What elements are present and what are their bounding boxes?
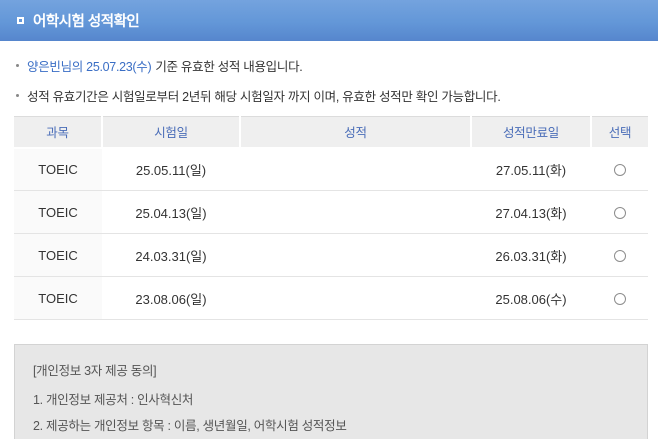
score-cell: [240, 190, 471, 234]
score-cell: [240, 147, 471, 191]
consent-item: 2. 제공하는 개인정보 항목 : 이름, 생년월일, 어학시험 성적정보: [33, 419, 347, 433]
expiry-date-cell: 27.04.13(화): [471, 190, 591, 234]
notice-list: 양은빈님의 25.07.23(수) 기준 유효한 성적 내용입니다. 성적 유효…: [0, 41, 658, 105]
select-radio[interactable]: [613, 207, 626, 220]
table-row: TOEIC 25.04.13(일) 27.04.13(화): [14, 190, 648, 234]
column-header-subject: 과목: [14, 116, 102, 149]
subject-cell: TOEIC: [14, 190, 102, 234]
score-cell: [240, 276, 471, 320]
consent-box-title: [개인정보 3자 제공 동의]: [33, 364, 157, 378]
dot-bullet-icon: [16, 94, 19, 97]
select-radio[interactable]: [613, 250, 626, 263]
select-cell: [591, 147, 648, 191]
select-cell: [591, 190, 648, 234]
expiry-date-cell: 27.05.11(화): [471, 147, 591, 191]
select-radio[interactable]: [613, 293, 626, 306]
table-header-row: 과목 시험일 성적 성적만료일 선택: [14, 116, 648, 149]
notice-user-date: 양은빈님의 25.07.23(수): [27, 60, 152, 74]
expiry-date-cell: 26.03.31(화): [471, 233, 591, 277]
select-cell: [591, 276, 648, 320]
dot-bullet-icon: [16, 64, 19, 67]
exam-date-cell: 25.05.11(일): [102, 147, 240, 191]
notice-validity: 양은빈님의 25.07.23(수) 기준 유효한 성적 내용입니다.: [16, 56, 658, 75]
column-header-exam-date: 시험일: [101, 116, 240, 149]
exam-date-cell: 25.04.13(일): [102, 190, 240, 234]
subject-cell: TOEIC: [14, 233, 102, 277]
notice-text: 성적 유효기간은 시험일로부터 2년뒤 해당 시험일자 까지 이며, 유효한 성…: [27, 90, 501, 104]
subject-cell: TOEIC: [14, 276, 102, 320]
exam-date-cell: 23.08.06(일): [102, 276, 240, 320]
notice-expiry-rule: 성적 유효기간은 시험일로부터 2년뒤 해당 시험일자 까지 이며, 유효한 성…: [16, 86, 658, 105]
consent-item: 1. 개인정보 제공처 : 인사혁신처: [33, 393, 194, 407]
column-header-select: 선택: [590, 116, 648, 149]
subject-cell: TOEIC: [14, 147, 102, 191]
table-row: TOEIC 23.08.06(일) 25.08.06(수): [14, 276, 648, 320]
square-bullet-icon: [17, 17, 24, 24]
table-row: TOEIC 25.05.11(일) 27.05.11(화): [14, 147, 648, 191]
notice-text: 기준 유효한 성적 내용입니다.: [155, 60, 303, 74]
page-title: 어학시험 성적확인: [33, 14, 140, 30]
column-header-score: 성적: [239, 116, 471, 149]
privacy-consent-box: [개인정보 3자 제공 동의] 1. 개인정보 제공처 : 인사혁신처 2. 제…: [14, 344, 648, 439]
table-row: TOEIC 24.03.31(일) 26.03.31(화): [14, 233, 648, 277]
expiry-date-cell: 25.08.06(수): [471, 276, 591, 320]
exam-date-cell: 24.03.31(일): [102, 233, 240, 277]
page-title-bar: 어학시험 성적확인: [0, 0, 658, 41]
column-header-expiry-date: 성적만료일: [470, 116, 591, 149]
score-table-container: 과목 시험일 성적 성적만료일 선택 TOEIC 25.05.11(일) 27.…: [14, 116, 648, 320]
select-radio[interactable]: [613, 164, 626, 177]
select-cell: [591, 233, 648, 277]
score-cell: [240, 233, 471, 277]
score-table: 과목 시험일 성적 성적만료일 선택 TOEIC 25.05.11(일) 27.…: [14, 116, 648, 320]
